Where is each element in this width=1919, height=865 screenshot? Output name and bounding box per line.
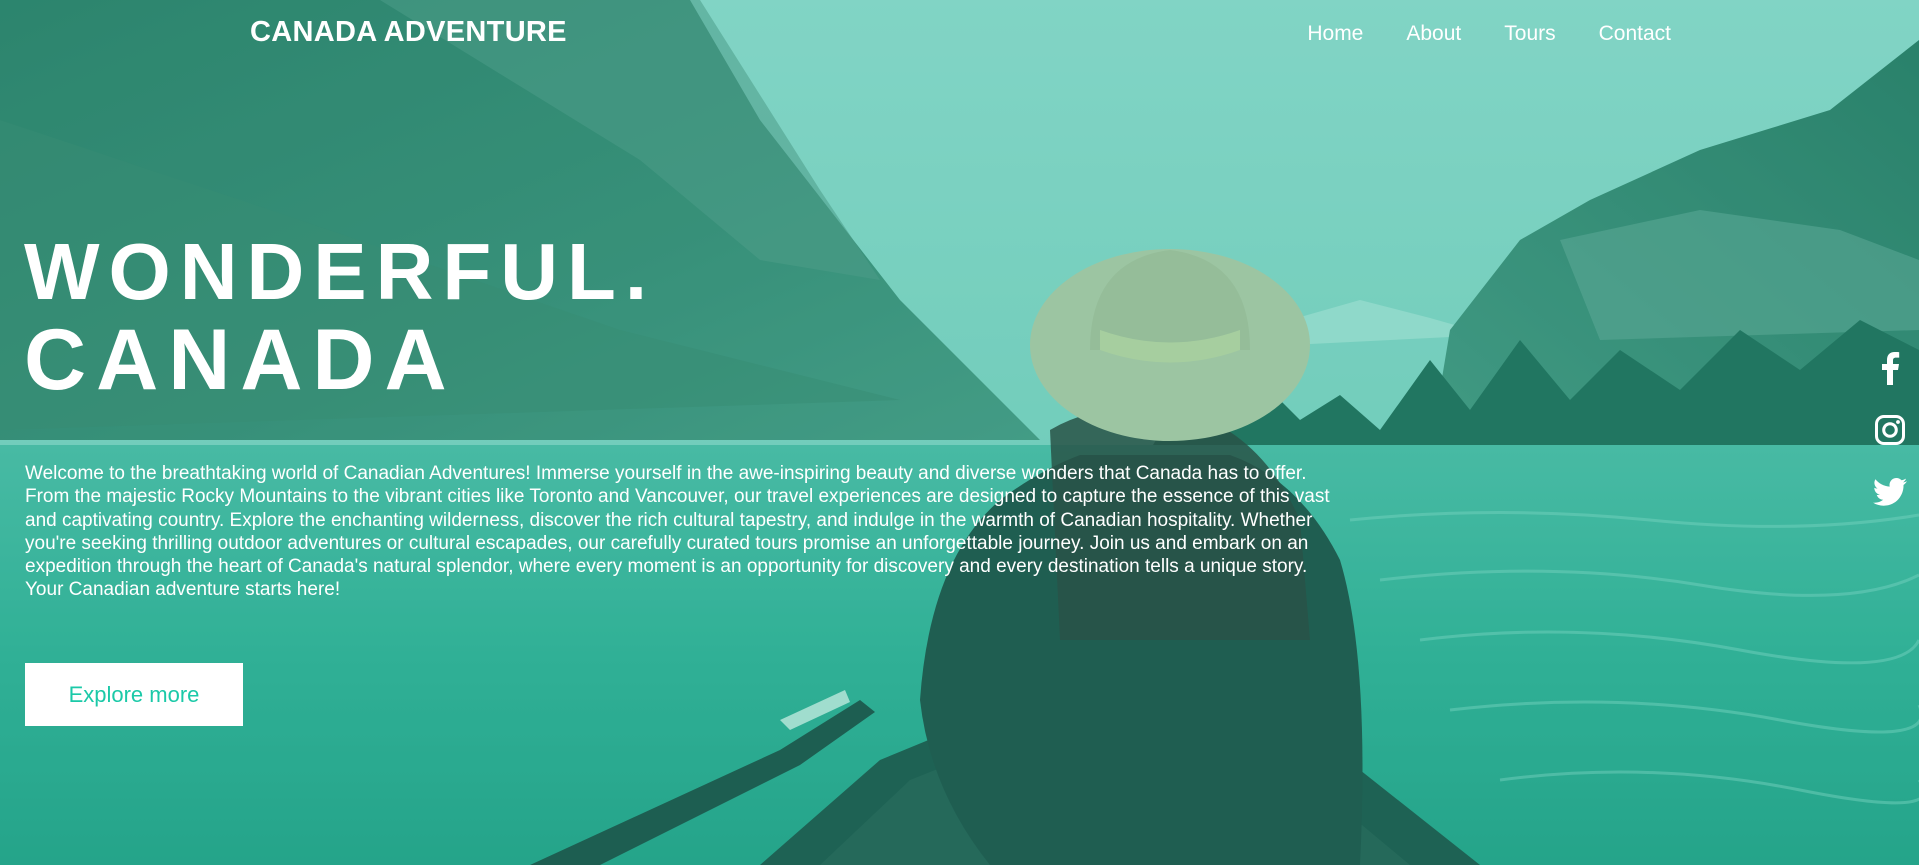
twitter-icon[interactable]	[1873, 474, 1907, 510]
social-links	[1873, 350, 1907, 510]
hero-page: CANADA ADVENTURE Home About Tours Contac…	[0, 0, 1919, 865]
nav-contact-link[interactable]: Contact	[1599, 22, 1671, 46]
brand-logo[interactable]: CANADA ADVENTURE	[250, 16, 567, 49]
teal-overlay	[0, 0, 1919, 865]
nav-about-link[interactable]: About	[1406, 22, 1461, 46]
hero-title-line-2: CANADA	[24, 312, 457, 408]
main-nav: Home About Tours Contact	[1307, 22, 1671, 46]
explore-more-button[interactable]: Explore more	[25, 663, 243, 726]
nav-home-link[interactable]: Home	[1307, 22, 1363, 46]
hero-title-line-1: WONDERFUL.	[24, 227, 657, 316]
hero-description: Welcome to the breathtaking world of Can…	[25, 463, 1330, 601]
facebook-icon[interactable]	[1873, 350, 1907, 386]
hero-title: WONDERFUL. CANADA	[24, 227, 657, 408]
nav-tours-link[interactable]: Tours	[1504, 22, 1555, 46]
instagram-icon[interactable]	[1873, 412, 1907, 448]
